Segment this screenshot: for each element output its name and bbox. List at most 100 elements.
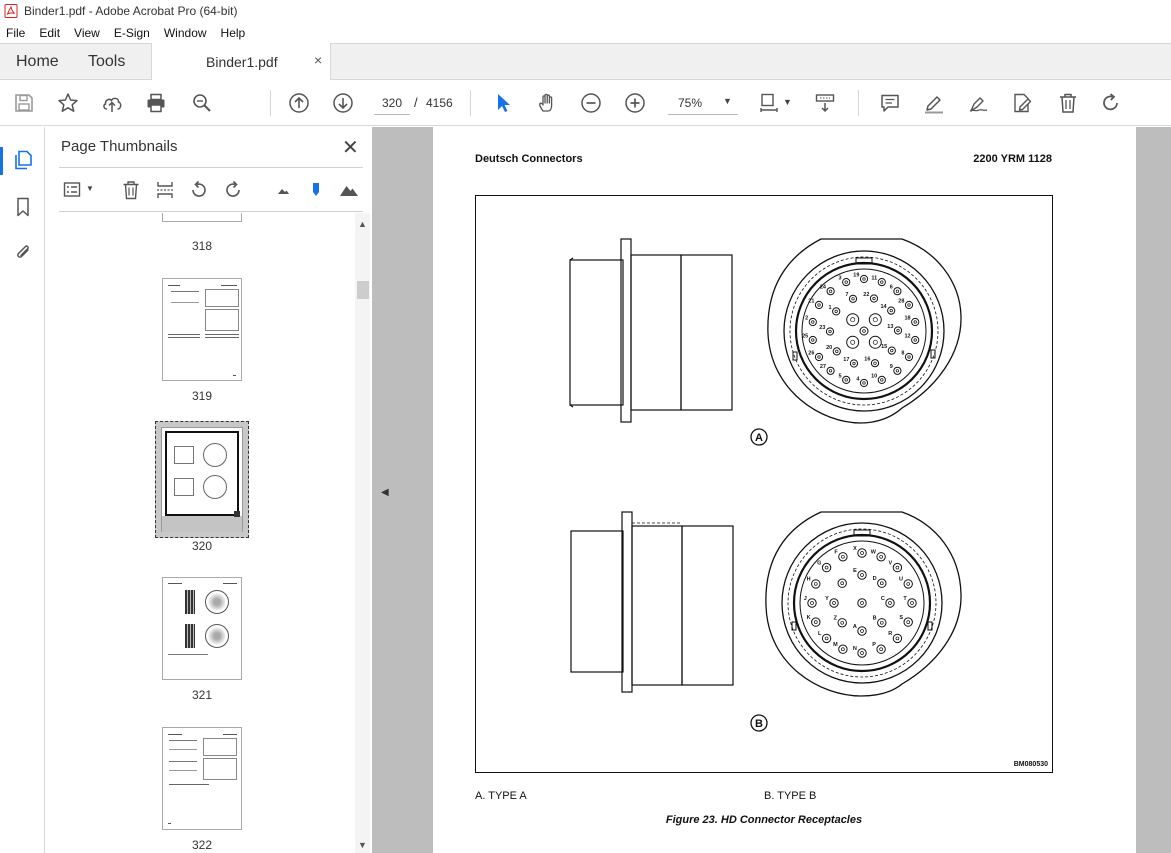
connector-pin-label: T	[903, 596, 907, 602]
upload-cloud-icon[interactable]	[100, 91, 124, 115]
menu-edit[interactable]: Edit	[32, 26, 67, 40]
scrollbar-thumb[interactable]	[357, 281, 369, 299]
thumbnail-small-icon[interactable]	[271, 178, 295, 202]
options-menu-icon[interactable]	[61, 178, 85, 202]
close-panel-icon[interactable]: ✕	[342, 135, 359, 160]
label-a-callout: A	[750, 428, 768, 446]
connector-pin-socket	[810, 601, 814, 605]
connector-pin-socket	[844, 280, 848, 284]
redo-icon[interactable]	[1099, 91, 1123, 115]
connector-pin	[811, 579, 821, 589]
chevron-down-icon[interactable]: ▼	[358, 840, 367, 850]
collapse-panel-icon[interactable]: ◀	[381, 487, 389, 498]
tab-document[interactable]: Binder1.pdf ×	[151, 43, 331, 80]
thumbnail-page-number: 319	[191, 389, 213, 403]
page-fit-icon[interactable]	[757, 91, 781, 115]
connector-pin-label: 16	[864, 357, 870, 363]
connector-pin	[859, 274, 869, 284]
highlight-pen-icon[interactable]	[922, 91, 946, 115]
thumbnail-page[interactable]	[162, 727, 242, 830]
delete-page-icon[interactable]	[119, 178, 143, 202]
tab-document-label: Binder1.pdf	[206, 54, 278, 70]
rotate-counterclockwise-icon[interactable]	[187, 178, 211, 202]
thumbnail-page[interactable]	[162, 577, 242, 680]
divider	[59, 211, 363, 212]
save-icon[interactable]	[12, 91, 36, 115]
connector-a-pins: 19 11 6 28 18 12 8 9 10 4 5 27 26 25 2 21 24 3 22 14 13 15 16 1…	[802, 272, 920, 388]
connector-pin	[885, 598, 895, 608]
connector-pin	[842, 375, 851, 384]
menu-window[interactable]: Window	[157, 26, 214, 40]
connector-pin-label: 25	[802, 333, 808, 339]
chevron-down-icon[interactable]: ▼	[86, 184, 94, 193]
thumbnail-list: 318 319 320 321 322	[45, 213, 355, 853]
connector-pin	[892, 633, 903, 644]
thumbnail-selection[interactable]	[155, 421, 249, 538]
connector-pin-label: 24	[820, 285, 827, 291]
connector-pin-socket	[910, 601, 914, 605]
chevron-up-icon[interactable]: ▲	[358, 219, 367, 229]
find-icon[interactable]	[190, 91, 214, 115]
connector-pin-socket	[862, 381, 866, 385]
menu-view[interactable]: View	[67, 26, 107, 40]
connector-pin	[829, 598, 839, 608]
connector-pin-socket	[862, 277, 866, 281]
document-view[interactable]: ◀ Deutsch Connectors 2200 YRM 1128 19 11…	[372, 127, 1171, 853]
menu-help[interactable]: Help	[214, 26, 253, 40]
connector-pin-socket	[851, 297, 855, 301]
comment-icon[interactable]	[878, 91, 902, 115]
chevron-down-icon[interactable]: ▼	[783, 97, 792, 107]
connector-pin-label: 1	[829, 305, 832, 311]
connector-pin-label: X	[853, 546, 857, 552]
menu-file[interactable]: File	[0, 26, 32, 40]
connector-pin-socket	[824, 636, 829, 641]
thumbnail-size-slider-icon[interactable]	[304, 178, 328, 202]
select-pointer-icon[interactable]	[491, 91, 515, 115]
connector-pin-label: 6	[890, 285, 893, 291]
rotate-clockwise-icon[interactable]	[221, 178, 245, 202]
connector-pin-socket	[817, 303, 821, 307]
page-thumbnails-icon[interactable]	[10, 147, 36, 173]
next-page-icon[interactable]	[331, 91, 355, 115]
menu-esign[interactable]: E-Sign	[107, 26, 157, 40]
thumbnail-large-icon[interactable]	[337, 178, 361, 202]
connector-pin-socket	[860, 651, 864, 655]
zoom-out-icon[interactable]	[579, 91, 603, 115]
connector-pin	[807, 598, 817, 608]
scroll-mode-icon[interactable]	[813, 91, 837, 115]
zoom-in-icon[interactable]	[623, 91, 647, 115]
print-icon[interactable]	[144, 91, 168, 115]
connector-pin-label: 7	[845, 292, 848, 298]
hand-tool-icon[interactable]	[535, 91, 559, 115]
bookmark-icon[interactable]	[10, 194, 36, 220]
zoom-dropdown[interactable]: 75% ▼	[668, 91, 738, 115]
connector-pin	[877, 618, 887, 628]
toolbar-separator	[470, 90, 471, 116]
close-tab-icon[interactable]: ×	[314, 52, 322, 68]
thumbnail-page[interactable]	[162, 213, 242, 222]
extract-pages-icon[interactable]	[153, 178, 177, 202]
tab-tools[interactable]: Tools	[88, 53, 125, 71]
page-number-input[interactable]	[374, 91, 410, 115]
connector-pin	[877, 375, 886, 384]
connector-pin	[893, 287, 902, 296]
connector-pin	[877, 578, 887, 588]
edit-pdf-icon[interactable]	[1010, 91, 1034, 115]
pdf-page: Deutsch Connectors 2200 YRM 1128 19 11 6…	[433, 127, 1136, 853]
connector-pin-label: G	[817, 560, 821, 566]
sign-pen-icon[interactable]	[966, 91, 990, 115]
connector-pin-socket	[835, 349, 839, 354]
connector-pin-socket	[862, 329, 866, 333]
thumbnail-scrollbar[interactable]: ▲ ▼	[355, 213, 370, 853]
thumbnail-page[interactable]	[162, 278, 242, 381]
delete-icon[interactable]	[1056, 91, 1080, 115]
connector-pin	[911, 317, 920, 327]
tab-home[interactable]: Home	[16, 53, 59, 71]
connector-pin	[892, 562, 903, 573]
star-icon[interactable]	[56, 91, 80, 115]
attachment-icon[interactable]	[10, 239, 36, 265]
connector-pin	[857, 626, 867, 636]
previous-page-icon[interactable]	[287, 91, 311, 115]
figure-title: Figure 23. HD Connector Receptacles	[665, 814, 863, 826]
connector-pin	[825, 327, 835, 336]
